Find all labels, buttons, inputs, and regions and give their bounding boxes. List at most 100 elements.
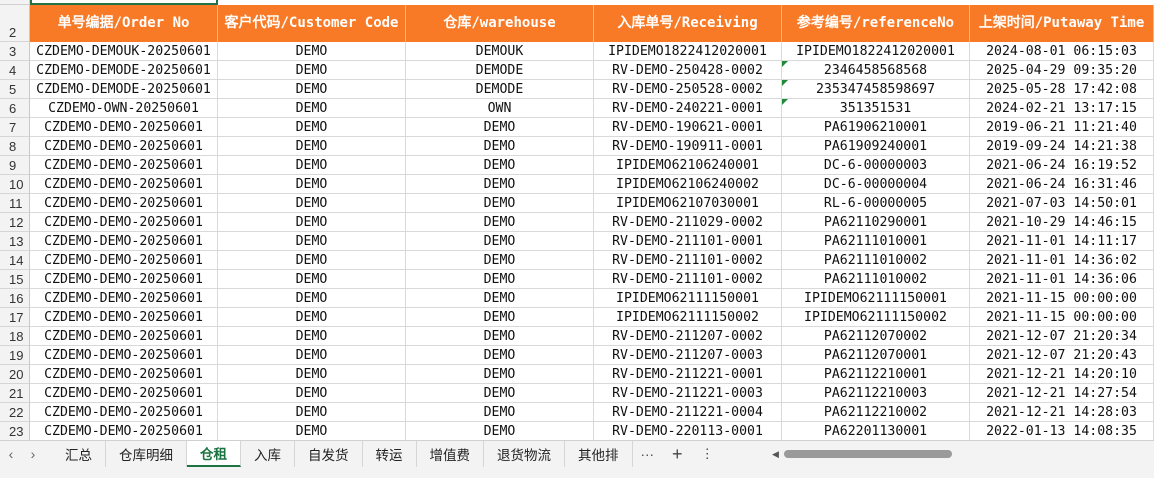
sheet-tab[interactable]: 汇总 [52, 441, 106, 467]
putaway-time-cell[interactable]: 2021-12-21 14:27:54 [970, 384, 1154, 403]
order-no-cell[interactable]: CZDEMO-DEMODE-20250601 [30, 61, 218, 80]
sheet-tab[interactable]: 入库 [241, 441, 295, 467]
warehouse-cell[interactable]: DEMO [406, 289, 594, 308]
row-header[interactable]: 9 [0, 156, 30, 175]
reference-no-cell[interactable]: IPIDEMO1822412020001 [782, 42, 970, 61]
warehouse-cell[interactable]: DEMO [406, 365, 594, 384]
putaway-time-cell[interactable]: 2021-11-01 14:36:02 [970, 251, 1154, 270]
warehouse-cell[interactable]: DEMO [406, 156, 594, 175]
order-no-cell[interactable]: CZDEMO-DEMO-20250601 [30, 251, 218, 270]
putaway-time-cell[interactable]: 2021-11-01 14:11:17 [970, 232, 1154, 251]
more-sheets-icon[interactable]: ··· [633, 447, 663, 462]
receiving-cell[interactable]: RV-DEMO-211221-0003 [594, 384, 782, 403]
column-header-warehouse[interactable]: 仓库/warehouse [406, 5, 594, 42]
sheet-tab[interactable]: 仓租 [187, 441, 241, 467]
putaway-time-cell[interactable]: 2021-12-07 21:20:43 [970, 346, 1154, 365]
customer-code-cell[interactable]: DEMO [218, 156, 406, 175]
prev-sheet-icon[interactable]: ‹ [0, 446, 22, 462]
putaway-time-cell[interactable]: 2021-10-29 14:46:15 [970, 213, 1154, 232]
warehouse-cell[interactable]: DEMO [406, 270, 594, 289]
row-header[interactable]: 6 [0, 99, 30, 118]
order-no-cell[interactable]: CZDEMO-DEMO-20250601 [30, 232, 218, 251]
receiving-cell[interactable]: RV-DEMO-211101-0002 [594, 270, 782, 289]
order-no-cell[interactable]: CZDEMO-DEMODE-20250601 [30, 80, 218, 99]
error-indicator-icon[interactable] [782, 99, 788, 105]
customer-code-cell[interactable]: DEMO [218, 175, 406, 194]
column-header-customer-code[interactable]: 客户代码/Customer Code [218, 5, 406, 42]
putaway-time-cell[interactable]: 2021-11-01 14:36:06 [970, 270, 1154, 289]
customer-code-cell[interactable]: DEMO [218, 422, 406, 441]
putaway-time-cell[interactable]: 2021-11-15 00:00:00 [970, 289, 1154, 308]
row-header[interactable]: 5 [0, 80, 30, 99]
customer-code-cell[interactable]: DEMO [218, 327, 406, 346]
customer-code-cell[interactable]: DEMO [218, 42, 406, 61]
putaway-time-cell[interactable]: 2021-07-03 14:50:01 [970, 194, 1154, 213]
reference-no-cell[interactable]: PA62112070002 [782, 327, 970, 346]
order-no-cell[interactable]: CZDEMO-DEMO-20250601 [30, 308, 218, 327]
receiving-cell[interactable]: RV-DEMO-211029-0002 [594, 213, 782, 232]
customer-code-cell[interactable]: DEMO [218, 289, 406, 308]
receiving-cell[interactable]: IPIDEMO62107030001 [594, 194, 782, 213]
row-header[interactable]: 12 [0, 213, 30, 232]
customer-code-cell[interactable]: DEMO [218, 365, 406, 384]
reference-no-cell[interactable]: IPIDEMO62111150001 [782, 289, 970, 308]
order-no-cell[interactable]: CZDEMO-DEMO-20250601 [30, 137, 218, 156]
receiving-cell[interactable]: RV-DEMO-211101-0001 [594, 232, 782, 251]
reference-no-cell[interactable]: PA62112210003 [782, 384, 970, 403]
order-no-cell[interactable]: CZDEMO-DEMO-20250601 [30, 346, 218, 365]
putaway-time-cell[interactable]: 2021-12-21 14:20:10 [970, 365, 1154, 384]
receiving-cell[interactable]: IPIDEMO62106240002 [594, 175, 782, 194]
receiving-cell[interactable]: IPIDEMO1822412020001 [594, 42, 782, 61]
receiving-cell[interactable]: RV-DEMO-250528-0002 [594, 80, 782, 99]
sheet-tab[interactable]: 转运 [363, 441, 417, 467]
row-header[interactable]: 16 [0, 289, 30, 308]
customer-code-cell[interactable]: DEMO [218, 118, 406, 137]
warehouse-cell[interactable]: DEMO [406, 422, 594, 441]
putaway-time-cell[interactable]: 2025-04-29 09:35:20 [970, 61, 1154, 80]
putaway-time-cell[interactable]: 2021-12-07 21:20:34 [970, 327, 1154, 346]
column-header-order-no[interactable]: 单号编据/Order No [30, 5, 218, 42]
customer-code-cell[interactable]: DEMO [218, 251, 406, 270]
putaway-time-cell[interactable]: 2024-08-01 06:15:03 [970, 42, 1154, 61]
customer-code-cell[interactable]: DEMO [218, 308, 406, 327]
reference-no-cell[interactable]: PA62112210001 [782, 365, 970, 384]
receiving-cell[interactable]: IPIDEMO62106240001 [594, 156, 782, 175]
scrollbar-thumb[interactable] [784, 450, 952, 458]
warehouse-cell[interactable]: DEMO [406, 194, 594, 213]
order-no-cell[interactable]: CZDEMO-DEMO-20250601 [30, 422, 218, 441]
reference-no-cell[interactable]: PA62111010001 [782, 232, 970, 251]
row-header[interactable]: 11 [0, 194, 30, 213]
order-no-cell[interactable]: CZDEMO-DEMO-20250601 [30, 156, 218, 175]
sheet-tab[interactable]: 自发货 [295, 441, 363, 467]
customer-code-cell[interactable]: DEMO [218, 346, 406, 365]
sheet-tab[interactable]: 仓库明细 [106, 441, 187, 467]
reference-no-cell[interactable]: PA61909240001 [782, 137, 970, 156]
customer-code-cell[interactable]: DEMO [218, 61, 406, 80]
order-no-cell[interactable]: CZDEMO-DEMO-20250601 [30, 213, 218, 232]
receiving-cell[interactable]: IPIDEMO62111150002 [594, 308, 782, 327]
row-header[interactable]: 15 [0, 270, 30, 289]
row-header[interactable]: 18 [0, 327, 30, 346]
row-header[interactable]: 2 [0, 5, 30, 42]
reference-no-cell[interactable]: PA62112210002 [782, 403, 970, 422]
order-no-cell[interactable]: CZDEMO-DEMO-20250601 [30, 194, 218, 213]
warehouse-cell[interactable]: DEMO [406, 137, 594, 156]
row-header[interactable]: 20 [0, 365, 30, 384]
sheet-menu-icon[interactable]: ⋮ [693, 446, 723, 462]
reference-no-cell[interactable]: 351351531 [782, 99, 970, 118]
order-no-cell[interactable]: CZDEMO-DEMO-20250601 [30, 384, 218, 403]
reference-no-cell[interactable]: PA62112070001 [782, 346, 970, 365]
reference-no-cell[interactable]: PA61906210001 [782, 118, 970, 137]
receiving-cell[interactable]: RV-DEMO-240221-0001 [594, 99, 782, 118]
warehouse-cell[interactable]: DEMO [406, 384, 594, 403]
row-header[interactable]: 4 [0, 61, 30, 80]
warehouse-cell[interactable]: DEMODE [406, 61, 594, 80]
sheet-tab[interactable]: 增值费 [417, 441, 484, 467]
row-header[interactable]: 7 [0, 118, 30, 137]
row-header[interactable]: 8 [0, 137, 30, 156]
customer-code-cell[interactable]: DEMO [218, 99, 406, 118]
putaway-time-cell[interactable]: 2025-05-28 17:42:08 [970, 80, 1154, 99]
receiving-cell[interactable]: RV-DEMO-211221-0004 [594, 403, 782, 422]
putaway-time-cell[interactable]: 2019-06-21 11:21:40 [970, 118, 1154, 137]
receiving-cell[interactable]: RV-DEMO-220113-0001 [594, 422, 782, 441]
